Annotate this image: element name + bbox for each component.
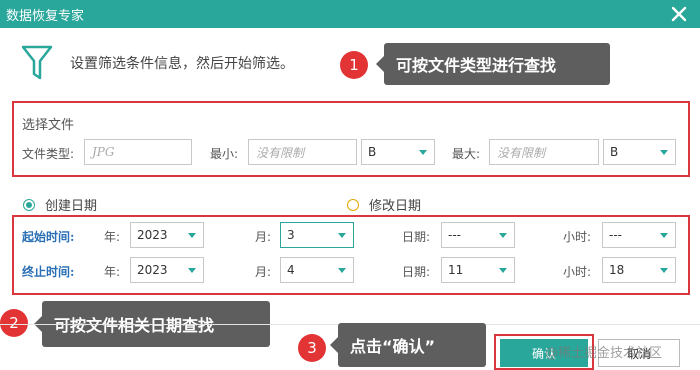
chevron-down-icon (419, 150, 427, 155)
chevron-down-icon (660, 233, 668, 238)
end-hour-label: 小时: (563, 265, 592, 279)
chevron-down-icon (338, 268, 346, 273)
annotation-callout-1: 可按文件类型进行查找 (376, 43, 610, 85)
window-title: 数据恢复专家 (6, 8, 85, 24)
watermark: @稀土掘金技术社区 (545, 346, 663, 361)
radio-unchecked-icon (347, 198, 359, 211)
annotation-badge-3: 3 (298, 334, 326, 362)
filter-description: 设置筛选条件信息，然后开始筛选。 (70, 56, 294, 72)
start-hour-value: --- (609, 228, 622, 242)
title-bar: 数据恢复专家 (0, 0, 700, 28)
end-hour-select[interactable]: 18 (602, 257, 676, 283)
end-day-label: 日期: (402, 265, 431, 279)
end-year-label: 年: (104, 265, 121, 279)
annotation-badge-2: 2 (0, 309, 28, 337)
end-hour-value: 18 (609, 263, 625, 277)
chevron-down-icon (188, 233, 196, 238)
radio-created-date[interactable]: 创建日期 (23, 195, 97, 214)
max-size-unit-value: B (610, 145, 619, 159)
radio-created-label: 创建日期 (45, 199, 98, 214)
end-time-label: 终止时间: (22, 265, 75, 279)
end-year-select[interactable]: 2023 (130, 257, 204, 283)
start-day-label: 日期: (402, 230, 431, 244)
chevron-down-icon (338, 233, 346, 238)
funnel-icon (20, 44, 54, 82)
max-size-input[interactable]: 没有限制 (489, 139, 599, 165)
chevron-down-icon (499, 268, 507, 273)
close-icon[interactable] (668, 3, 690, 25)
start-month-value: 3 (287, 228, 295, 242)
annotation-callout-3: 点击“确认” (330, 323, 486, 367)
chevron-down-icon (499, 233, 507, 238)
start-day-select[interactable]: --- (441, 222, 515, 248)
min-size-unit-value: B (368, 145, 377, 159)
end-day-value: 11 (448, 263, 464, 277)
filter-header: 设置筛选条件信息，然后开始筛选。 (20, 44, 294, 82)
end-month-value: 4 (287, 263, 295, 277)
start-year-select[interactable]: 2023 (130, 222, 204, 248)
start-time-label: 起始时间: (22, 230, 75, 244)
end-month-select[interactable]: 4 (280, 257, 354, 283)
radio-modified-date[interactable]: 修改日期 (347, 195, 421, 214)
min-size-unit-select[interactable]: B (361, 139, 435, 165)
start-month-select[interactable]: 3 (280, 222, 354, 248)
start-day-value: --- (448, 228, 461, 242)
start-hour-select[interactable]: --- (602, 222, 676, 248)
start-year-value: 2023 (137, 228, 168, 242)
start-month-label: 月: (255, 230, 272, 244)
radio-modified-label: 修改日期 (369, 199, 422, 214)
max-size-label: 最大: (452, 147, 481, 161)
end-year-value: 2023 (137, 263, 168, 277)
min-size-label: 最小: (210, 147, 239, 161)
file-section-title: 选择文件 (22, 118, 75, 133)
end-month-label: 月: (255, 265, 272, 279)
chevron-down-icon (660, 268, 668, 273)
start-hour-label: 小时: (563, 230, 592, 244)
end-day-select[interactable]: 11 (441, 257, 515, 283)
annotation-badge-1: 1 (340, 51, 368, 79)
file-type-input[interactable]: JPG (84, 139, 192, 165)
radio-checked-icon (23, 198, 35, 211)
chevron-down-icon (188, 268, 196, 273)
min-size-input[interactable]: 没有限制 (248, 139, 357, 165)
max-size-unit-select[interactable]: B (603, 139, 676, 165)
file-type-label: 文件类型: (22, 147, 75, 161)
start-year-label: 年: (104, 230, 121, 244)
chevron-down-icon (660, 150, 668, 155)
